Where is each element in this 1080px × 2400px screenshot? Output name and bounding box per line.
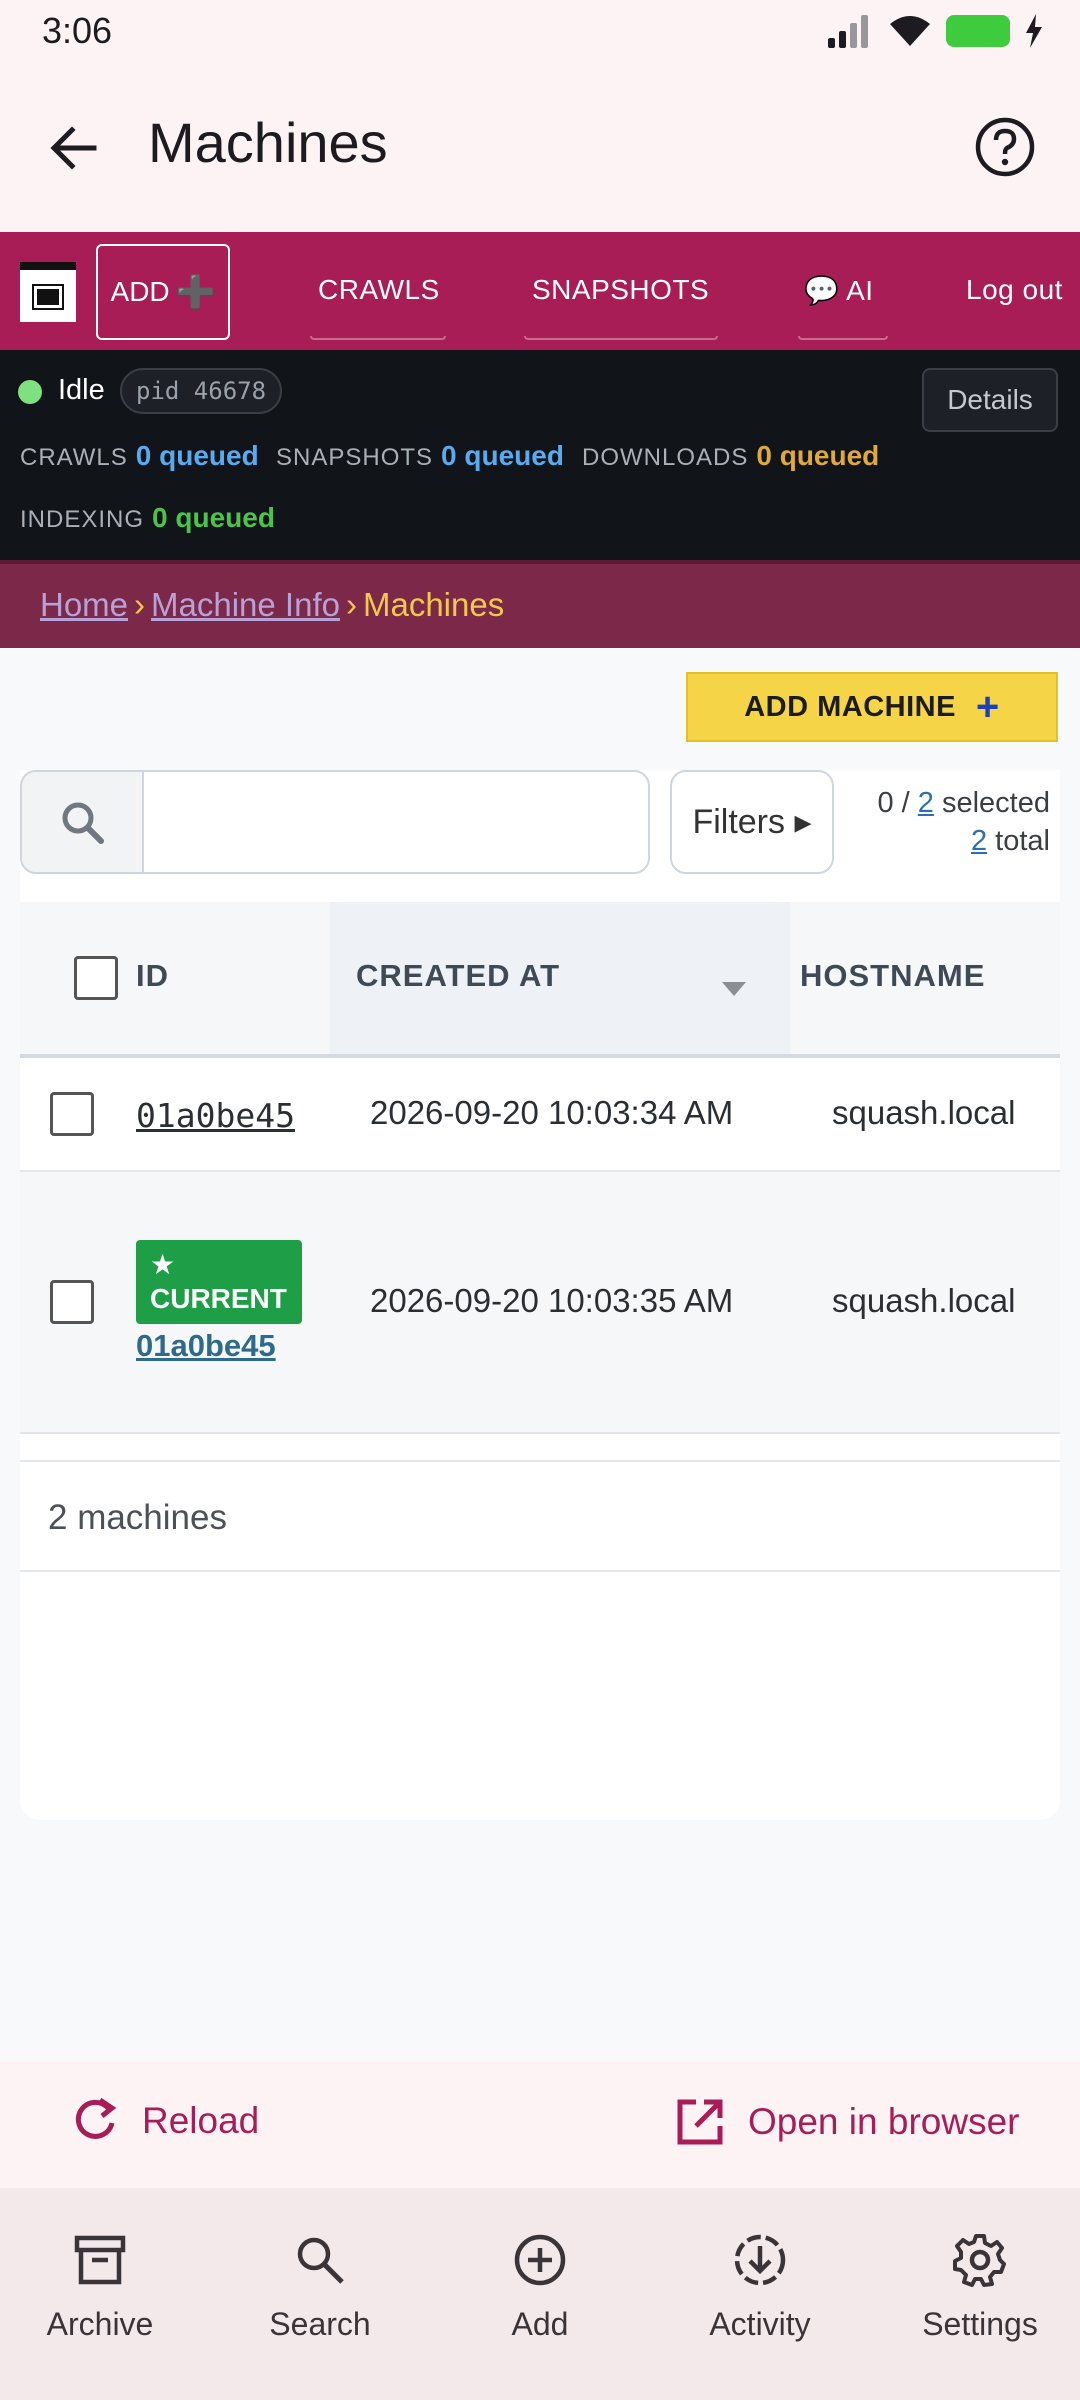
add-button-label: ADD bbox=[110, 276, 170, 307]
sort-desc-icon[interactable] bbox=[722, 982, 746, 996]
bottom-navigation: Archive Search Add Activity Settings bbox=[0, 2188, 1080, 2400]
worker-status-bar: Idle pid 46678 Details CRAWLS 0 queued SN… bbox=[0, 350, 1080, 560]
queue-crawls-value: 0 queued bbox=[135, 440, 259, 471]
gear-icon bbox=[953, 2234, 1006, 2287]
row-checkbox[interactable] bbox=[50, 1280, 94, 1324]
table-header: ID CREATED AT HOSTNAME bbox=[20, 902, 1060, 1058]
add-circle-icon bbox=[514, 2234, 566, 2286]
current-badge-label: CURRENT bbox=[150, 1283, 287, 1314]
select-all-link[interactable]: 2 bbox=[918, 787, 934, 819]
column-id[interactable]: ID bbox=[136, 958, 169, 994]
wifi-icon bbox=[890, 16, 930, 46]
plus-icon: ➕ bbox=[175, 274, 216, 310]
page-title: Machines bbox=[148, 111, 388, 174]
open-external-icon bbox=[677, 2099, 723, 2145]
action-bar: Reload Open in browser bbox=[0, 2062, 1080, 2188]
search-input[interactable] bbox=[20, 770, 650, 874]
add-button[interactable]: ADD ➕ bbox=[96, 244, 230, 340]
app-bar: Machines bbox=[0, 64, 1080, 232]
plus-icon: + bbox=[975, 684, 1000, 729]
nav-link-ai[interactable]: 💬 AI bbox=[804, 274, 874, 307]
star-icon: ★ bbox=[150, 1249, 176, 1280]
nav-search[interactable]: Search bbox=[220, 2232, 420, 2343]
queue-downloads: DOWNLOADS 0 queued bbox=[582, 440, 880, 471]
reload-button[interactable]: Reload bbox=[70, 2096, 259, 2146]
reload-label: Reload bbox=[142, 2100, 260, 2141]
nav-archive[interactable]: Archive bbox=[0, 2232, 200, 2343]
signal-icon bbox=[828, 15, 868, 48]
system-icons bbox=[826, 14, 1044, 48]
filters-button[interactable]: Filters ▸ bbox=[670, 770, 834, 874]
selection-counter: 0 / 2 selected 2 total bbox=[877, 787, 1050, 857]
breadcrumb: Home › Machine Info › Machines bbox=[0, 560, 1080, 648]
breadcrumb-home[interactable]: Home bbox=[40, 586, 128, 623]
queue-indexing: INDEXING 0 queued bbox=[20, 502, 275, 533]
machine-id-link[interactable]: 01a0be45 bbox=[136, 1096, 295, 1135]
column-hostname[interactable]: HOSTNAME bbox=[800, 958, 985, 994]
nav-underline bbox=[524, 336, 718, 340]
details-button[interactable]: Details bbox=[922, 368, 1058, 432]
total-link[interactable]: 2 bbox=[971, 825, 987, 857]
worker-state: Idle bbox=[58, 374, 105, 406]
logout-link[interactable]: Log out bbox=[966, 274, 1063, 306]
nav-add[interactable]: Add bbox=[440, 2232, 640, 2343]
nav-underline bbox=[798, 336, 888, 340]
reload-icon bbox=[75, 2097, 117, 2139]
changelist: Filters ▸ 0 / 2 selected 2 total ID CREA… bbox=[20, 770, 1060, 1820]
archive-icon bbox=[74, 2235, 126, 2285]
queue-snapshots: SNAPSHOTS 0 queued bbox=[276, 440, 564, 471]
queue-snapshots-value: 0 queued bbox=[441, 440, 564, 471]
search-icon bbox=[297, 2237, 344, 2284]
search-button[interactable] bbox=[22, 772, 144, 872]
breadcrumb-current: Machines bbox=[362, 586, 505, 623]
battery-icon bbox=[946, 15, 1010, 47]
web-navbar: ADD ➕ CRAWLS SNAPSHOTS 💬 AI Log out bbox=[0, 232, 1080, 350]
current-badge: ★ CURRENT bbox=[136, 1240, 302, 1324]
queue-downloads-value: 0 queued bbox=[756, 440, 880, 471]
status-time: 3:06 bbox=[42, 10, 113, 51]
row-checkbox[interactable] bbox=[50, 1092, 94, 1136]
column-created-at[interactable]: CREATED AT bbox=[356, 958, 560, 994]
help-icon[interactable] bbox=[974, 116, 1036, 178]
result-count: 2 machines bbox=[20, 1460, 1060, 1572]
breadcrumb-machine-info[interactable]: Machine Info bbox=[151, 586, 340, 623]
queue-crawls: CRAWLS 0 queued bbox=[20, 440, 259, 471]
open-in-browser-button[interactable]: Open in browser bbox=[674, 2096, 1019, 2148]
machine-id-link[interactable]: 01a0be45 bbox=[136, 1328, 276, 1364]
add-machine-label: ADD MACHINE bbox=[744, 690, 956, 723]
search-icon bbox=[62, 802, 104, 844]
nav-settings-label: Settings bbox=[922, 2306, 1038, 2342]
nav-link-crawls[interactable]: CRAWLS bbox=[318, 274, 440, 306]
nav-add-label: Add bbox=[511, 2306, 569, 2342]
created-at-cell: 2026-09-20 10:03:35 AM bbox=[370, 1282, 734, 1319]
nav-activity[interactable]: Activity bbox=[660, 2232, 860, 2343]
open-in-browser-label: Open in browser bbox=[748, 2101, 1020, 2142]
hostname-cell: squash.local bbox=[832, 1282, 1016, 1319]
select-all-checkbox[interactable] bbox=[74, 956, 118, 1000]
archivebox-logo[interactable] bbox=[20, 262, 76, 322]
nav-settings[interactable]: Settings bbox=[880, 2232, 1080, 2343]
add-machine-button[interactable]: ADD MACHINE + bbox=[686, 672, 1058, 742]
pid-badge: pid 46678 bbox=[120, 368, 283, 414]
activity-icon bbox=[734, 2234, 786, 2286]
nav-activity-label: Activity bbox=[709, 2306, 811, 2342]
table-row: ★ CURRENT 01a0be45 2026-09-20 10:03:35 A… bbox=[20, 1172, 1060, 1434]
created-at-cell: 2026-09-20 10:03:34 AM bbox=[370, 1094, 734, 1131]
status-bar: 3:06 bbox=[0, 0, 1080, 64]
queue-indexing-value: 0 queued bbox=[152, 502, 275, 533]
status-dot bbox=[18, 380, 42, 404]
result-count-text: 2 machines bbox=[48, 1498, 227, 1537]
nav-underline bbox=[310, 336, 446, 340]
nav-link-snapshots[interactable]: SNAPSHOTS bbox=[532, 274, 709, 306]
table-row: 01a0be45 2026-09-20 10:03:34 AM squash.l… bbox=[20, 1058, 1060, 1172]
nav-search-label: Search bbox=[269, 2306, 371, 2342]
charging-icon bbox=[1026, 14, 1042, 48]
nav-archive-label: Archive bbox=[46, 2306, 154, 2342]
hostname-cell: squash.local bbox=[832, 1094, 1016, 1131]
back-arrow-icon[interactable] bbox=[44, 118, 104, 178]
